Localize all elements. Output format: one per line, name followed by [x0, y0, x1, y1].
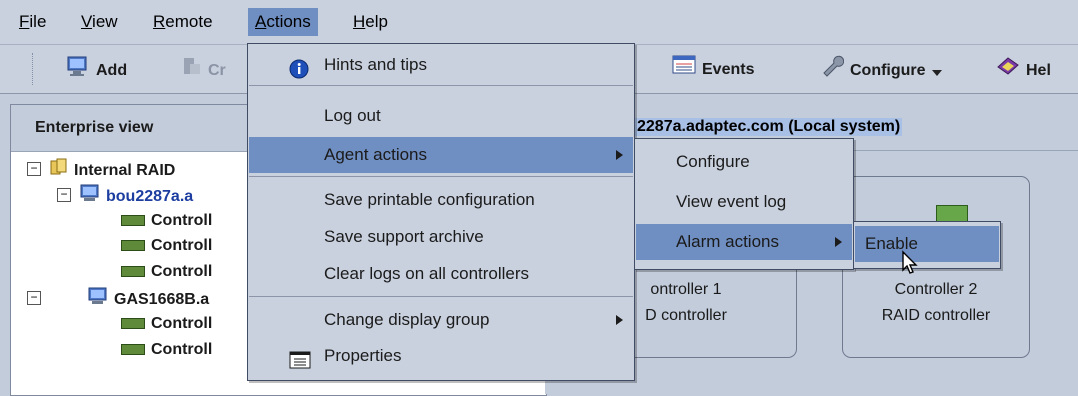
submenu-arrow-icon	[835, 237, 842, 247]
add-system-icon	[66, 55, 90, 87]
tree-node-controller[interactable]: Controll	[121, 312, 212, 336]
add-button-label: Add	[96, 62, 128, 80]
collapse-icon[interactable]: −	[27, 291, 41, 305]
menu-actions-label: ctions	[266, 12, 311, 31]
menu-separator	[249, 85, 633, 86]
events-button-label: Events	[702, 61, 755, 79]
system-icon	[87, 286, 109, 314]
tree-node-controller[interactable]: Controll	[121, 338, 212, 362]
menu-item-label: Save support archive	[324, 227, 484, 246]
menu-view[interactable]: View	[74, 8, 125, 36]
menu-item-view-event-log[interactable]: View event log	[636, 184, 852, 220]
events-icon	[672, 55, 696, 85]
tree-label: Controll	[151, 341, 213, 358]
info-icon	[289, 56, 309, 92]
configure-button[interactable]: Configure	[820, 55, 942, 83]
tree-node-bou2287a[interactable]: − bou2287a.a	[57, 183, 193, 207]
tree-label: bou2287a.a	[106, 188, 194, 206]
menu-item-save-support-archive[interactable]: Save support archive	[249, 219, 633, 255]
menu-file[interactable]: File	[12, 8, 53, 36]
create-button[interactable]: Cr	[180, 55, 226, 83]
menu-item-label: Configure	[676, 152, 750, 171]
agent-actions-submenu: Configure View event log Alarm actions	[634, 138, 854, 270]
menu-item-enable[interactable]: Enable	[855, 226, 999, 262]
tree-label: Controll	[151, 315, 213, 332]
configure-button-label: Configure	[850, 62, 926, 80]
collapse-icon[interactable]: −	[57, 188, 71, 202]
help-button[interactable]: Hel	[996, 55, 1051, 83]
menu-item-hints-and-tips[interactable]: Hints and tips	[249, 47, 633, 83]
tree-node-controller[interactable]: Controll	[121, 260, 212, 284]
toolbar-grip[interactable]	[32, 53, 37, 85]
controller-icon	[121, 215, 145, 227]
events-button[interactable]: Events	[672, 55, 754, 83]
submenu-arrow-icon	[616, 150, 623, 160]
properties-icon	[289, 347, 311, 383]
collapse-icon[interactable]: −	[27, 162, 41, 176]
menu-bar: File View Remote Actions Help	[0, 0, 1078, 45]
controller-icon	[121, 344, 145, 356]
tree-node-controller[interactable]: Controll	[121, 209, 212, 233]
wrench-icon	[820, 55, 845, 87]
menu-view-mnemonic: V	[81, 12, 93, 31]
menu-item-save-printable-configuration[interactable]: Save printable configuration	[249, 182, 633, 218]
menu-file-label: ile	[29, 12, 47, 31]
menu-help-label: elp	[365, 12, 388, 31]
menu-separator	[249, 176, 633, 177]
tree-node-controller[interactable]: Controll	[121, 234, 212, 258]
menu-item-label: Hints and tips	[324, 55, 427, 74]
create-icon	[180, 55, 202, 87]
add-button[interactable]: Add	[66, 55, 127, 83]
menu-item-alarm-actions[interactable]: Alarm actions	[636, 224, 852, 260]
menu-actions-mnemonic: A	[255, 12, 267, 31]
menu-item-label: Save printable configuration	[324, 190, 535, 209]
system-icon	[79, 183, 101, 211]
help-book-icon	[996, 55, 1020, 87]
menu-item-label: Alarm actions	[676, 232, 779, 251]
tree-label: GAS1668B.a	[114, 291, 210, 309]
menu-remote-mnemonic: R	[153, 12, 166, 31]
controller-icon	[121, 266, 145, 278]
menu-item-label: View event log	[676, 192, 787, 211]
menu-item-label: Clear logs on all controllers	[324, 264, 530, 283]
menu-help-mnemonic: H	[353, 12, 366, 31]
raid-group-icon	[49, 157, 69, 185]
tree-node-gas1668b[interactable]: − GAS1668B.a	[27, 286, 209, 310]
system-title: 2287a.adaptec.com (Local system)	[635, 118, 903, 136]
mouse-cursor-icon	[897, 250, 921, 289]
menu-item-change-display-group[interactable]: Change display group	[249, 302, 633, 338]
menu-help[interactable]: Help	[346, 8, 395, 36]
menu-item-label: Change display group	[324, 310, 490, 329]
controller-icon	[121, 318, 145, 330]
menu-remote-label: emote	[165, 12, 213, 31]
menu-actions[interactable]: Actions	[248, 8, 318, 36]
menu-separator	[249, 296, 633, 297]
controller-icon	[121, 240, 145, 252]
controller-card-2-type: RAID controller	[881, 307, 991, 324]
tree-label: Controll	[151, 237, 213, 254]
menu-item-configure[interactable]: Configure	[636, 144, 852, 180]
alarm-actions-submenu: Enable	[853, 221, 1001, 269]
menu-remote[interactable]: Remote	[146, 8, 220, 36]
create-button-label: Cr	[208, 62, 226, 80]
menu-item-label: Properties	[324, 346, 402, 365]
menu-item-log-out[interactable]: Log out	[249, 100, 633, 132]
menu-item-label: Log out	[324, 106, 381, 125]
menu-item-agent-actions[interactable]: Agent actions	[249, 137, 633, 173]
enterprise-view-title: Enterprise view	[35, 119, 154, 136]
help-button-label: Hel	[1026, 62, 1051, 80]
menu-view-label: iew	[92, 12, 118, 31]
menu-file-mnemonic: F	[19, 12, 30, 31]
configure-dropdown-icon	[932, 59, 942, 87]
submenu-arrow-icon	[616, 315, 623, 325]
menu-item-clear-logs[interactable]: Clear logs on all controllers	[249, 256, 633, 292]
tree-node-internal-raid[interactable]: − Internal RAID	[27, 157, 175, 181]
controller-card-2-name: Controller 2	[894, 281, 978, 298]
menu-item-properties[interactable]: Properties	[249, 338, 633, 374]
tree-label: Internal RAID	[74, 162, 176, 180]
actions-menu: Hints and tips Log out Agent actions Sav…	[247, 43, 635, 381]
tree-label: Controll	[151, 212, 213, 229]
menu-item-label: Agent actions	[324, 145, 428, 164]
tree-label: Controll	[151, 263, 213, 280]
